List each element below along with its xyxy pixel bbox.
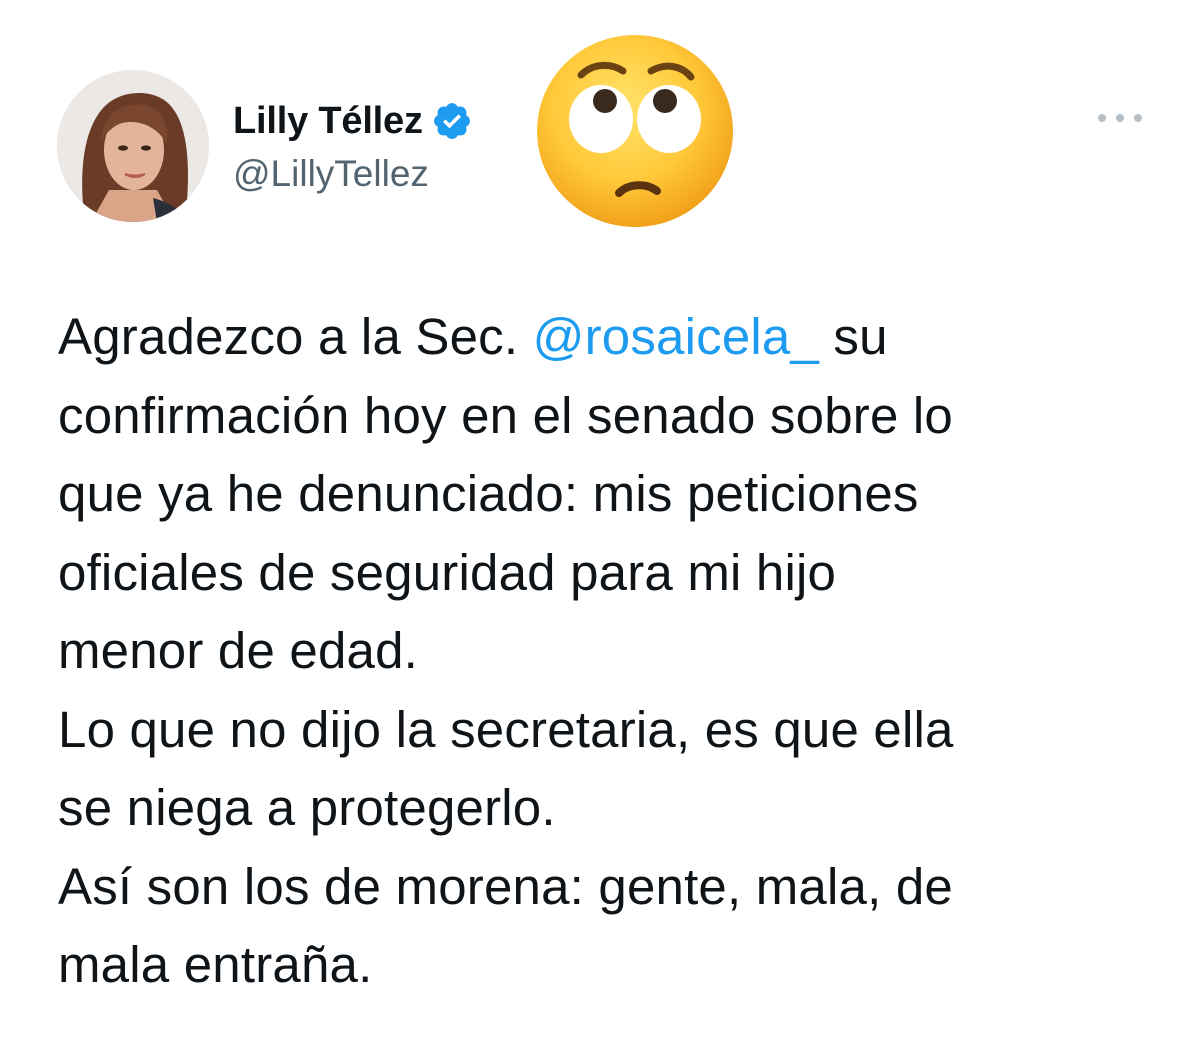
avatar-portrait-icon <box>57 70 209 222</box>
user-handle[interactable]: @LillyTellez <box>233 153 429 195</box>
tweet-text-segment: Agradezco a la Sec. <box>58 308 533 365</box>
tweet-line-8: Así son los de morena: gente, mala, de <box>58 857 953 915</box>
tweet-card: Lilly Téllez @LillyTellez Agradezco a la… <box>0 0 1200 1055</box>
display-name[interactable]: Lilly Téllez <box>233 100 423 143</box>
more-dot <box>1116 114 1124 122</box>
tweet-line-6: Lo que no dijo la secretaria, es que ell… <box>58 700 954 758</box>
more-options-icon[interactable] <box>1098 108 1142 128</box>
mention-link[interactable]: @rosaicela_ <box>533 308 819 365</box>
avatar[interactable] <box>57 70 209 222</box>
tweet-line-9: mala entraña. <box>58 936 373 993</box>
more-dot <box>1134 114 1142 122</box>
tweet-line-2: confirmación hoy en el senado sobre lo <box>58 386 953 444</box>
tweet-text-segment: su <box>819 308 888 365</box>
face-with-rolling-eyes-icon <box>535 33 735 229</box>
tweet-line-3: que ya he denunciado: mis peticiones <box>58 465 919 522</box>
more-dot <box>1098 114 1106 122</box>
verified-badge-icon <box>431 100 473 142</box>
tweet-line-5: menor de edad. <box>58 622 419 679</box>
tweet-line-1: Agradezco a la Sec. @rosaicela_ su <box>58 298 1168 377</box>
tweet-text: Agradezco a la Sec. @rosaicela_ su confi… <box>58 298 1168 1005</box>
tweet-line-7: se niega a protegerlo. <box>58 779 556 836</box>
author-name-row: Lilly Téllez <box>233 97 473 145</box>
tweet-line-4: oficiales de seguridad para mi hijo <box>58 543 837 601</box>
